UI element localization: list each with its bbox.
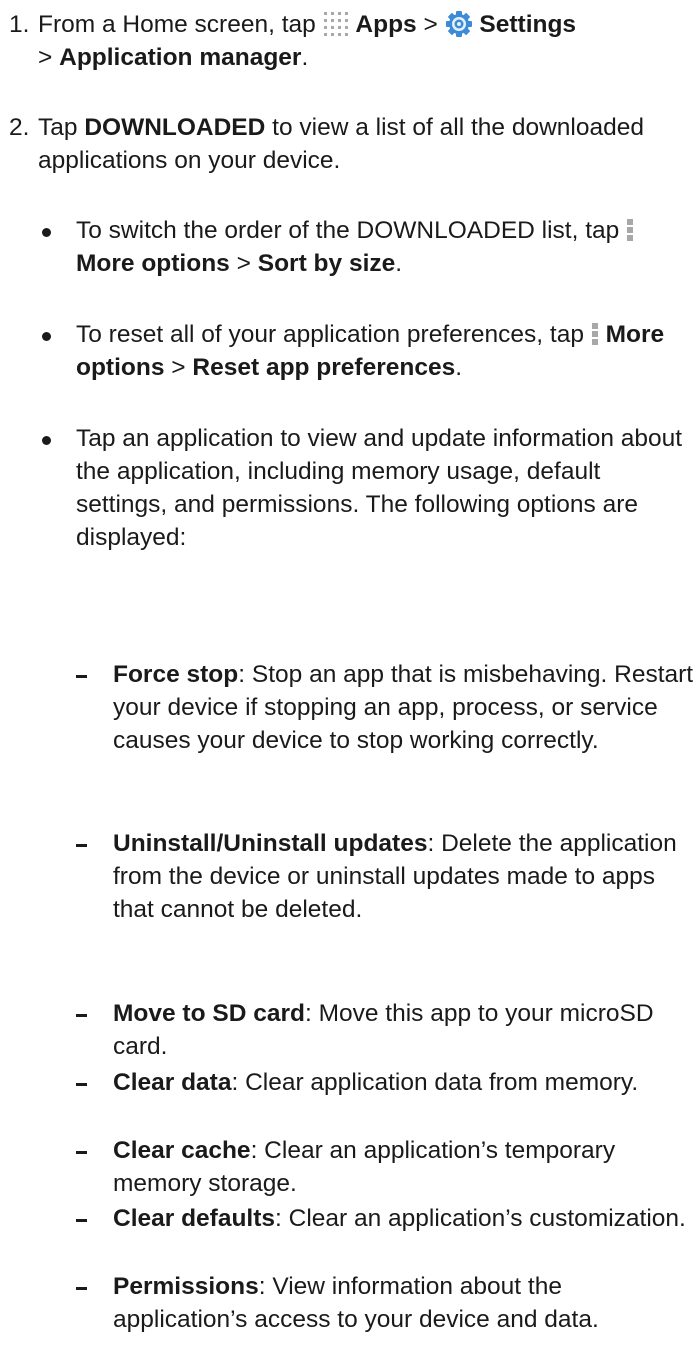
- settings-label: Settings: [479, 11, 577, 38]
- dash-marker: [76, 1014, 87, 1017]
- more-options-icon: [591, 322, 599, 346]
- downloaded-label: DOWNLOADED: [84, 114, 266, 141]
- dash-marker: [76, 1219, 87, 1222]
- bullet-text: Tap an application to view and update in…: [76, 425, 683, 551]
- bullet-text: To switch the order of the DOWNLOADED li…: [76, 214, 695, 280]
- application-manager-label: Application manager: [59, 44, 302, 71]
- dash-marker: [76, 1287, 87, 1290]
- step-text: From a Home screen, tap Apps > Settings …: [38, 10, 577, 71]
- apps-label: Apps: [355, 11, 417, 38]
- step-number: 2.: [9, 114, 30, 141]
- step-number: 1.: [9, 11, 30, 38]
- dash-marker: [76, 1083, 87, 1086]
- bullet-dot: [42, 436, 51, 445]
- dash-marker: [76, 844, 87, 847]
- dash-marker: [76, 1151, 87, 1154]
- bullet-dot: [42, 228, 51, 237]
- bullet-dot: [42, 332, 51, 341]
- settings-gear-icon: [445, 10, 473, 38]
- bullet-text: To reset all of your application prefere…: [76, 321, 665, 381]
- apps-grid-icon: [323, 11, 349, 37]
- instructions-page: 1. From a Home screen, tap Apps > Settin…: [0, 0, 699, 1361]
- dash-marker: [76, 675, 87, 678]
- step-text: Tap DOWNLOADED to view a list of all the…: [38, 114, 644, 174]
- more-options-icon: [626, 218, 634, 242]
